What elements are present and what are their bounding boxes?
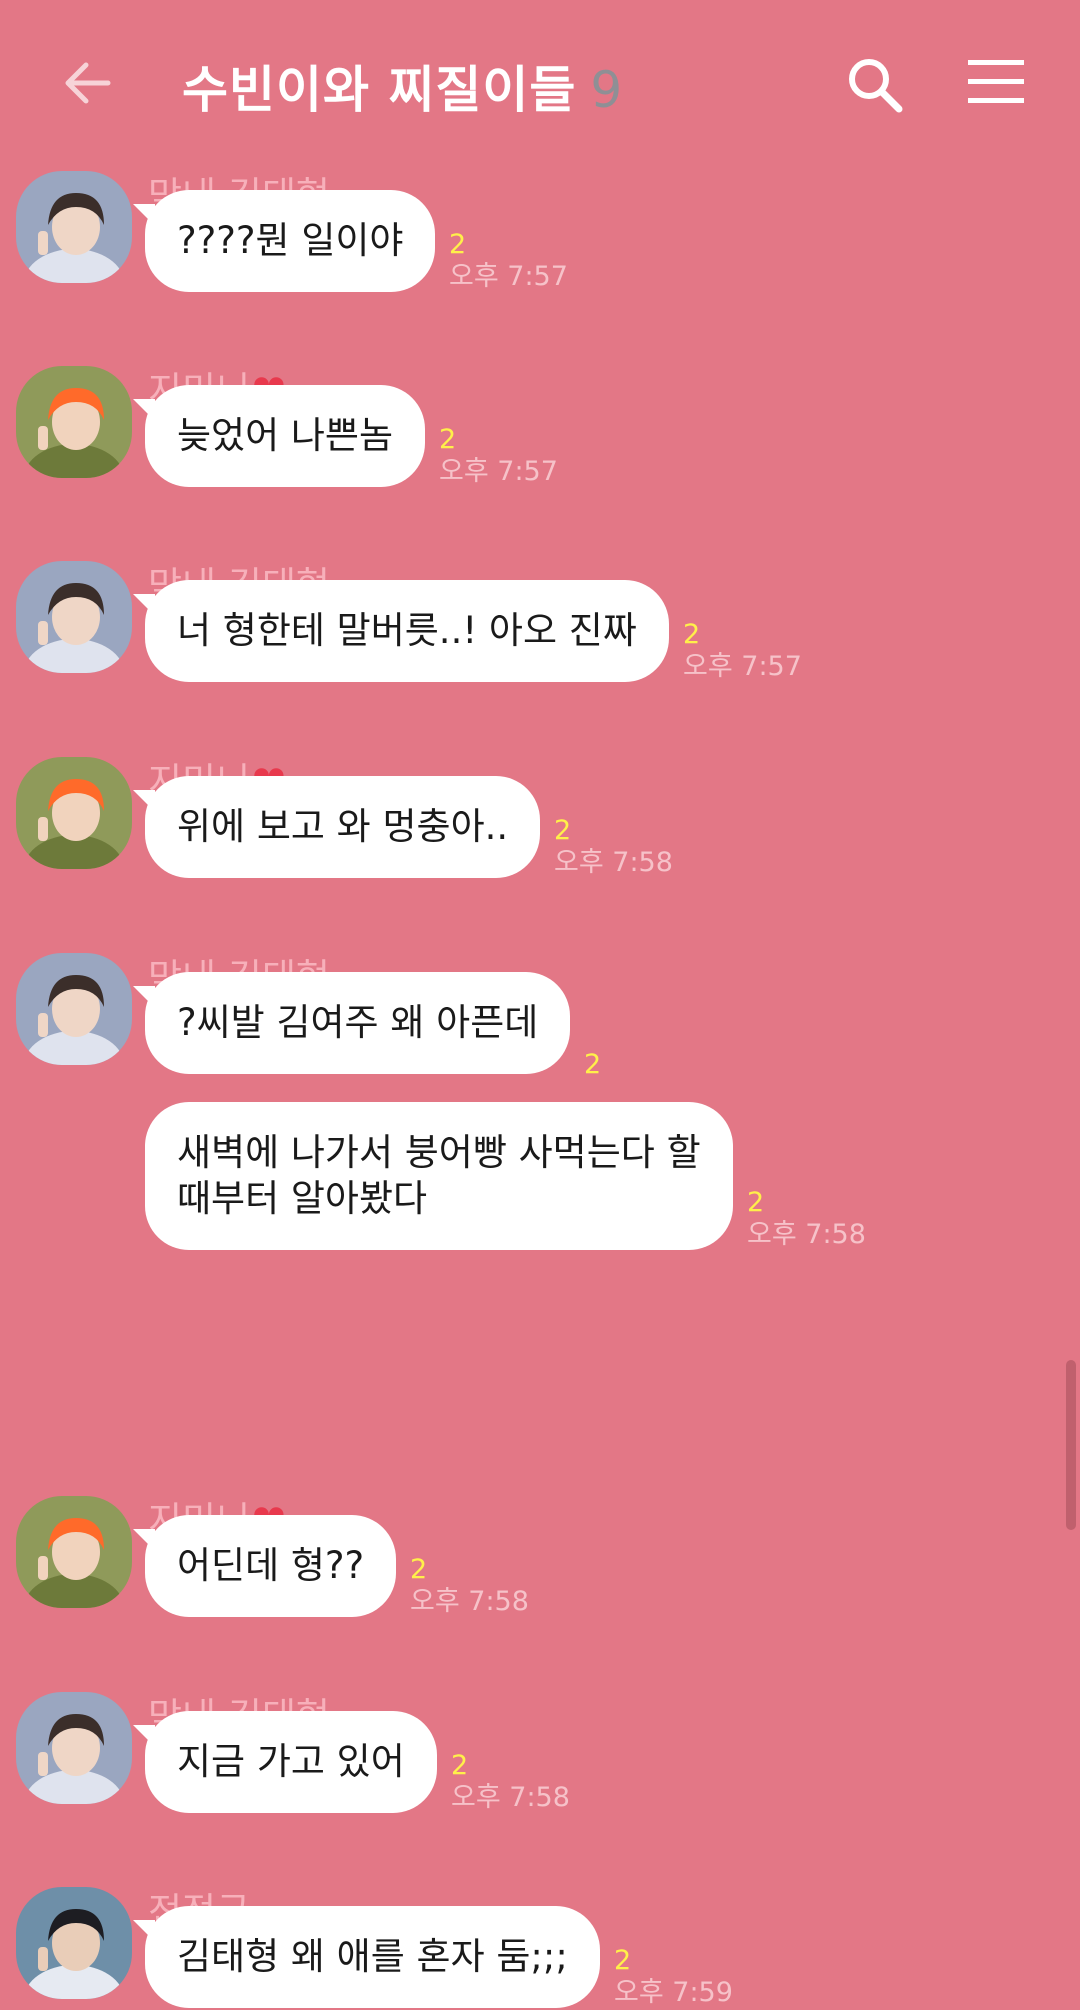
message-time: 오후 7:58 [410, 1586, 529, 1617]
avatar[interactable] [16, 171, 132, 283]
message-row: 너 형한테 말버릇..! 아오 진짜 2 오후 7:57 [133, 580, 802, 682]
avatar[interactable] [16, 953, 132, 1065]
unread-count: 2 [584, 1049, 602, 1080]
message-meta: 2 오후 7:57 [439, 425, 558, 489]
avatar[interactable] [16, 561, 132, 673]
unread-count: 2 [449, 229, 467, 260]
message-row: 김태형 왜 애를 혼자 둠;;; 2 오후 7:59 [133, 1906, 733, 2008]
message-time: 오후 7:58 [554, 847, 673, 878]
message-text: 어딘데 형?? [177, 1544, 365, 1587]
message-time: 오후 7:57 [449, 261, 568, 292]
message-text: 때부터 알아봤다 [177, 1177, 428, 1220]
message-bubble[interactable]: 어딘데 형?? [132, 1515, 397, 1617]
message-text: ????뭔 일이야 [177, 219, 404, 262]
message-time: 오후 7:58 [747, 1219, 866, 1250]
member-count: 9 [590, 61, 624, 119]
message-time: 오후 7:57 [683, 651, 802, 682]
message-row: 늦었어 나쁜놈 2 오후 7:57 [132, 385, 558, 487]
avatar[interactable] [16, 757, 132, 869]
arrow-left-icon[interactable] [60, 55, 116, 111]
avatar[interactable] [16, 1887, 132, 1999]
message-meta: 2 오후 7:58 [410, 1555, 529, 1619]
message-bubble[interactable]: 새벽에 나가서 붕어빵 사먹는다 할 때부터 알아봤다 [145, 1102, 733, 1250]
message-meta: 2 오후 7:58 [554, 816, 673, 880]
message-text: 너 형한테 말버릇..! 아오 진짜 [177, 609, 637, 652]
unread-count: 2 [614, 1945, 632, 1976]
chat-title-text: 수빈이와 찌질이들 [182, 61, 577, 119]
message-row: ?씨발 김여주 왜 아픈데 2 [132, 972, 601, 1080]
message-row: 지금 가고 있어 2 오후 7:58 [133, 1711, 570, 1813]
message-text: 위에 보고 와 멍충아.. [177, 805, 509, 848]
scrollbar[interactable] [1066, 1360, 1076, 1530]
chat-title: 수빈이와 찌질이들 9 [182, 50, 623, 122]
message-time: 오후 7:59 [614, 1977, 733, 2008]
message-time: 오후 7:58 [451, 1782, 570, 1813]
message-meta: 2 오후 7:57 [449, 230, 568, 294]
message-text: 새벽에 나가서 붕어빵 사먹는다 할 [177, 1131, 701, 1174]
message-time: 오후 7:57 [439, 456, 558, 487]
message-text: 지금 가고 있어 [177, 1740, 405, 1783]
message-bubble[interactable]: 늦었어 나쁜놈 [132, 385, 426, 487]
message-bubble[interactable]: ?씨발 김여주 왜 아픈데 [132, 972, 571, 1074]
message-meta: 2 오후 7:58 [747, 1188, 866, 1252]
avatar[interactable] [16, 1692, 132, 1804]
message-row: ????뭔 일이야 2 오후 7:57 [132, 190, 568, 292]
message-bubble[interactable]: 지금 가고 있어 [133, 1711, 437, 1813]
message-meta: 2 오후 7:59 [614, 1946, 733, 2010]
unread-count: 2 [439, 424, 457, 455]
message-bubble[interactable]: ????뭔 일이야 [132, 190, 436, 292]
message-text: 늦었어 나쁜놈 [177, 414, 394, 457]
avatar[interactable] [16, 366, 132, 478]
unread-count: 2 [451, 1750, 469, 1781]
message-bubble[interactable]: 너 형한테 말버릇..! 아오 진짜 [133, 580, 669, 682]
avatar[interactable] [16, 1496, 132, 1608]
message-row: 새벽에 나가서 붕어빵 사먹는다 할 때부터 알아봤다 2 오후 7:58 [145, 1102, 866, 1250]
unread-count: 2 [683, 619, 701, 650]
unread-count: 2 [554, 815, 572, 846]
message-bubble[interactable]: 위에 보고 와 멍충아.. [132, 776, 541, 878]
unread-count: 2 [747, 1187, 765, 1218]
unread-count: 2 [410, 1554, 428, 1585]
message-bubble[interactable]: 김태형 왜 애를 혼자 둠;;; [133, 1906, 600, 2008]
message-meta: 2 오후 7:58 [451, 1751, 570, 1815]
message-text: ?씨발 김여주 왜 아픈데 [177, 1001, 539, 1044]
message-meta: 2 [584, 1050, 601, 1080]
message-row: 위에 보고 와 멍충아.. 2 오후 7:58 [132, 776, 673, 878]
hamburger-menu-icon[interactable] [968, 58, 1024, 106]
search-icon[interactable] [845, 55, 905, 115]
chat-header: 수빈이와 찌질이들 9 [0, 0, 1080, 160]
message-text: 김태형 왜 애를 혼자 둠;;; [177, 1935, 568, 1978]
message-row: 어딘데 형?? 2 오후 7:58 [132, 1515, 529, 1617]
message-meta: 2 오후 7:57 [683, 620, 802, 684]
